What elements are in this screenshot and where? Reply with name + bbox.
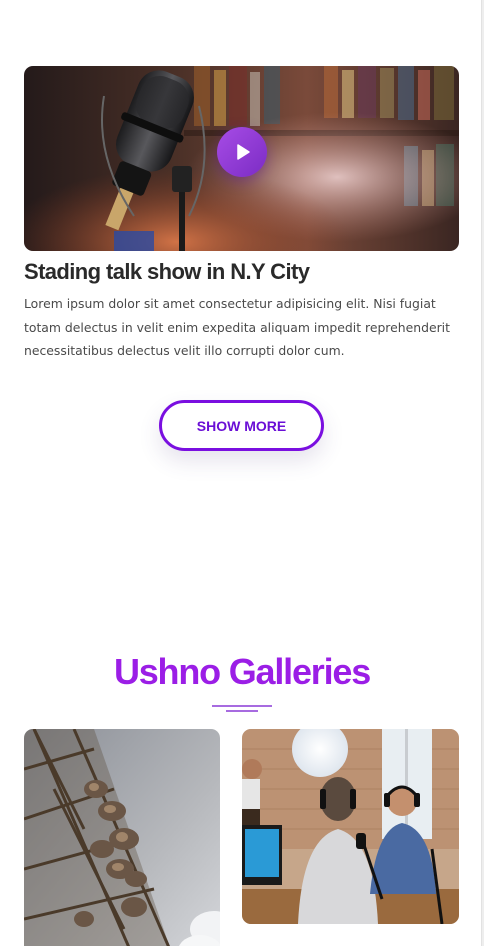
play-button[interactable] <box>217 127 267 177</box>
heading-divider <box>212 704 272 714</box>
page: Stading talk show in N.Y City Lorem ipsu… <box>0 0 484 946</box>
galleries-heading: Ushno Galleries <box>113 651 371 692</box>
show-more-button[interactable]: SHOW MORE <box>159 400 324 451</box>
post-title[interactable]: Stading talk show in N.Y City <box>24 256 464 288</box>
gallery-item[interactable] <box>242 729 459 924</box>
gallery-item[interactable] <box>24 729 220 946</box>
post-description: Lorem ipsum dolor sit amet consectetur a… <box>24 296 450 358</box>
antenna-tower-image <box>24 729 220 946</box>
play-icon <box>237 144 250 160</box>
podcast-studio-image <box>242 729 459 924</box>
